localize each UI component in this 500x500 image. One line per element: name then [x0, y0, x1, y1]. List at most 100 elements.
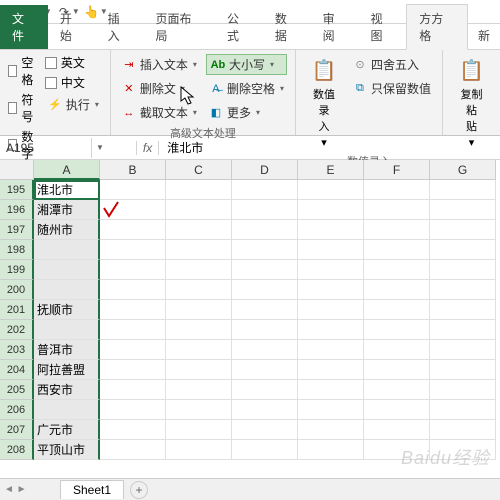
cell[interactable] [166, 380, 232, 400]
cell[interactable] [232, 280, 298, 300]
cell[interactable] [430, 340, 496, 360]
cell[interactable] [232, 180, 298, 200]
cell[interactable] [298, 420, 364, 440]
insert-text-button[interactable]: ⇥插入文本▾ [119, 54, 200, 75]
cell[interactable] [34, 320, 100, 340]
cell[interactable]: 平顶山市 [34, 440, 100, 460]
cut-text-button[interactable]: ↔截取文本▾ [119, 102, 200, 123]
cell[interactable] [166, 280, 232, 300]
cell[interactable] [232, 300, 298, 320]
cell[interactable]: 随州市 [34, 220, 100, 240]
cell[interactable]: 阿拉善盟 [34, 360, 100, 380]
cell[interactable] [100, 260, 166, 280]
cell[interactable] [100, 380, 166, 400]
cell[interactable] [232, 200, 298, 220]
cell[interactable] [166, 200, 232, 220]
cell[interactable]: 湘潭市 [34, 200, 100, 220]
cell[interactable] [298, 340, 364, 360]
cell[interactable] [430, 280, 496, 300]
cell[interactable] [166, 400, 232, 420]
cell[interactable] [364, 420, 430, 440]
cell[interactable] [232, 400, 298, 420]
cell[interactable] [100, 400, 166, 420]
cell[interactable] [364, 380, 430, 400]
cell[interactable] [100, 320, 166, 340]
tab-formulas[interactable]: 公式 [215, 5, 263, 49]
cell[interactable] [166, 340, 232, 360]
cell[interactable] [298, 400, 364, 420]
cell[interactable] [364, 340, 430, 360]
formula-input[interactable]: 淮北市 [159, 136, 500, 159]
row-header[interactable]: 208 [0, 440, 34, 460]
cell[interactable] [364, 220, 430, 240]
cell[interactable] [34, 400, 100, 420]
chevron-down-icon[interactable]: ▼ [92, 143, 108, 152]
col-header-f[interactable]: F [364, 160, 430, 180]
execute-button[interactable]: ⚡执行▾ [45, 94, 102, 115]
row-header[interactable]: 195 [0, 180, 34, 200]
cell[interactable] [100, 200, 166, 220]
cell[interactable]: 普洱市 [34, 340, 100, 360]
check-english[interactable]: 英文 [45, 54, 102, 71]
cell[interactable] [100, 240, 166, 260]
cell[interactable] [430, 360, 496, 380]
cell[interactable] [166, 260, 232, 280]
cell[interactable] [34, 280, 100, 300]
cell[interactable] [166, 300, 232, 320]
tab-page-layout[interactable]: 页面布局 [143, 5, 215, 49]
cell[interactable] [100, 220, 166, 240]
cell[interactable] [100, 420, 166, 440]
row-header[interactable]: 201 [0, 300, 34, 320]
cell[interactable] [100, 360, 166, 380]
cell[interactable] [100, 340, 166, 360]
name-box[interactable]: A195 [0, 138, 92, 158]
cell[interactable] [232, 440, 298, 460]
check-space[interactable]: 空格 [8, 54, 39, 88]
cell[interactable] [166, 180, 232, 200]
cell[interactable] [232, 240, 298, 260]
cell[interactable] [166, 320, 232, 340]
cell[interactable] [100, 300, 166, 320]
cell[interactable] [298, 180, 364, 200]
cell[interactable] [232, 320, 298, 340]
cell[interactable] [298, 380, 364, 400]
sheet-tab[interactable]: Sheet1 [60, 480, 124, 499]
row-header[interactable]: 204 [0, 360, 34, 380]
cell[interactable] [364, 400, 430, 420]
add-sheet-button[interactable]: + [130, 481, 148, 499]
col-header-c[interactable]: C [166, 160, 232, 180]
cell[interactable] [364, 240, 430, 260]
cell[interactable] [166, 420, 232, 440]
cell[interactable] [298, 360, 364, 380]
tab-insert[interactable]: 插入 [96, 5, 144, 49]
cell[interactable] [430, 260, 496, 280]
cell[interactable] [232, 420, 298, 440]
cell[interactable] [166, 220, 232, 240]
cell[interactable] [430, 200, 496, 220]
cell[interactable] [298, 320, 364, 340]
row-header[interactable]: 198 [0, 240, 34, 260]
cell[interactable]: 西安市 [34, 380, 100, 400]
cell[interactable] [430, 380, 496, 400]
cell[interactable] [166, 440, 232, 460]
round-button[interactable]: ⊙四舍五入 [350, 54, 434, 75]
cell[interactable] [298, 220, 364, 240]
tab-home[interactable]: 开始 [48, 5, 96, 49]
cell[interactable] [364, 180, 430, 200]
cell[interactable]: 抚顺市 [34, 300, 100, 320]
tab-data[interactable]: 数据 [263, 5, 311, 49]
cell[interactable] [298, 260, 364, 280]
col-header-a[interactable]: A [34, 160, 100, 180]
cell[interactable] [430, 420, 496, 440]
sheet-nav[interactable]: ◄ ► [4, 484, 27, 495]
row-header[interactable]: 206 [0, 400, 34, 420]
cell[interactable] [232, 340, 298, 360]
more-button[interactable]: ◧更多▾ [206, 102, 287, 123]
cell[interactable] [430, 400, 496, 420]
cell[interactable] [232, 260, 298, 280]
row-header[interactable]: 202 [0, 320, 34, 340]
cell[interactable] [430, 220, 496, 240]
cell[interactable] [430, 240, 496, 260]
cell[interactable] [100, 440, 166, 460]
select-all-corner[interactable] [0, 160, 34, 180]
